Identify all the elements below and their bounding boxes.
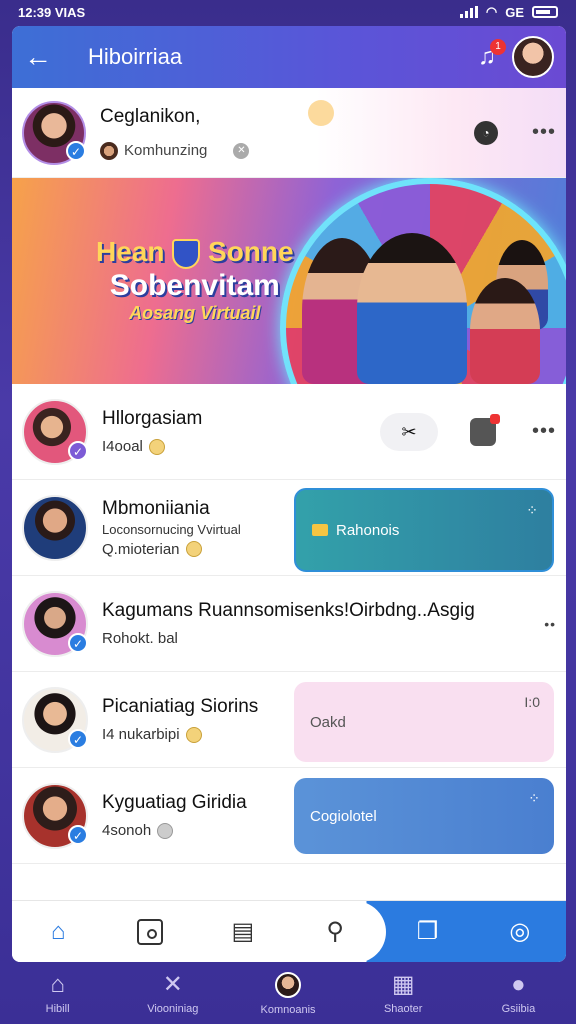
- tab-book[interactable]: ❐: [381, 901, 473, 962]
- list-item[interactable]: ✓ Kagumans Ruannsomisenks!Oirbdng..Asgig…: [12, 576, 566, 672]
- sysnav-item-home[interactable]: ⌂ Hibill: [0, 964, 115, 1024]
- tab-media[interactable]: [104, 901, 196, 962]
- sysnav-item-tools[interactable]: ✕ Viooniniag: [115, 964, 230, 1024]
- rewards-panel[interactable]: Rahonois ⁘: [294, 488, 554, 572]
- promo-banner[interactable]: Hean Sonne Sobenvitam Aosang Virtuail: [12, 178, 566, 384]
- notification-badge: 1: [490, 39, 506, 55]
- coin-icon: [157, 822, 174, 839]
- tab-camera[interactable]: ◎: [474, 901, 566, 962]
- battery-icon: [532, 6, 558, 18]
- bottom-tab-bar: ⌂ ▤ ⚲ ❐ ◎: [12, 900, 566, 962]
- coin-icon: [185, 541, 202, 557]
- avatar: ✓: [22, 398, 88, 465]
- person-icon: ●: [511, 971, 526, 998]
- avatar: ✓: [22, 782, 88, 849]
- verified-icon: ✓: [68, 632, 88, 653]
- grid-icon: ⁘: [526, 502, 538, 518]
- banner-title: Hean Sonne Sobenvitam Aosang Virtuail: [96, 236, 294, 323]
- tab-home[interactable]: ⌂: [12, 901, 104, 962]
- signal-icon: [459, 6, 478, 18]
- back-arrow-icon[interactable]: ←: [24, 41, 64, 73]
- app-frame: ← Hiboirriaa ♫ 1 ✓ Ceglanikon, Komhunzing…: [12, 26, 566, 962]
- profile-avatar: ✓: [22, 100, 86, 165]
- more-icon[interactable]: •••: [532, 121, 556, 144]
- tab-search[interactable]: ⚲: [289, 901, 381, 962]
- music-icon[interactable]: ♫ 1: [478, 39, 506, 71]
- status-bar: 12:39 VIAS ◠ GE: [0, 0, 576, 24]
- profile-name: Ceglanikon,: [100, 105, 201, 127]
- home-icon: ⌂: [50, 971, 65, 998]
- user-avatar[interactable]: [512, 36, 554, 78]
- edit-button[interactable]: ✂: [379, 412, 438, 451]
- note-icon: ▤: [231, 918, 255, 945]
- bookmark-icon[interactable]: [469, 413, 500, 446]
- app-bar: ← Hiboirriaa ♫ 1: [12, 26, 566, 88]
- verified-icon: ✓: [66, 140, 86, 161]
- crown-icon: [312, 524, 328, 536]
- card-panel[interactable]: Oakd I:0: [294, 682, 554, 762]
- banner-person: [357, 233, 467, 384]
- card-panel[interactable]: Cogiolotel ⁘: [294, 778, 554, 854]
- camera-icon: [137, 918, 164, 945]
- coin-icon: [185, 726, 202, 743]
- chart-icon: ▦: [391, 971, 415, 998]
- shield-icon: [172, 238, 201, 269]
- book-icon: ❐: [416, 918, 439, 945]
- item-title: Kagumans Ruannsomisenks!Oirbdng..Asgig: [102, 600, 475, 621]
- profile-subtitle: Komhunzing: [124, 142, 208, 159]
- list-item[interactable]: ✓ Picaniatiag Siorins I4 nukarbipi Oakd …: [12, 672, 566, 768]
- search-icon: ⚲: [326, 918, 344, 945]
- more-icon[interactable]: ••: [544, 616, 556, 632]
- home-icon: ⌂: [50, 917, 66, 945]
- mini-avatar: [100, 141, 118, 160]
- sysnav-item-person[interactable]: ● Gsiibia: [461, 964, 576, 1024]
- verified-icon: ✓: [68, 824, 88, 845]
- avatar: ✓: [22, 590, 88, 657]
- status-time: 12:39 VIAS: [18, 4, 86, 20]
- page-title: Hiboirriaa: [88, 44, 183, 69]
- tab-notes[interactable]: ▤: [197, 901, 289, 962]
- avatar: ✓: [22, 686, 88, 753]
- verified-icon: ✓: [68, 440, 88, 461]
- sysnav-item-chart[interactable]: ▦ Shaoter: [346, 964, 461, 1024]
- wifi-icon: ◠: [485, 4, 498, 19]
- avatar: [22, 494, 88, 561]
- chat-bubble-icon: [307, 99, 334, 126]
- tools-icon: ✕: [162, 971, 183, 998]
- camera-icon: ◎: [509, 918, 531, 945]
- close-icon[interactable]: ✕: [233, 142, 250, 159]
- network-label: GE: [505, 4, 524, 20]
- verified-icon: ✓: [68, 728, 88, 749]
- avatar: [275, 972, 301, 998]
- list-item[interactable]: ✓ Hllorgasiam I4ooal ✂ •••: [12, 384, 566, 480]
- grid-icon: ⁘: [528, 790, 540, 806]
- sysnav-item-profile[interactable]: Komnoanis: [230, 964, 345, 1024]
- list-item[interactable]: ✓ Kyguatiag Giridia 4sonoh Cogiolotel ⁘: [12, 768, 566, 864]
- stats-icon[interactable]: ◔: [473, 120, 498, 145]
- profile-card[interactable]: ✓ Ceglanikon, Komhunzing ✕ ◔ •••: [12, 88, 566, 178]
- list-item[interactable]: Mbmoniiania Loconsornucing Vvirtual Q.mi…: [12, 480, 566, 576]
- more-icon[interactable]: •••: [532, 420, 556, 443]
- banner-person: [470, 278, 540, 384]
- coin-icon: [148, 438, 165, 455]
- system-nav-bar: ⌂ Hibill ✕ Viooniniag Komnoanis ▦ Shaoter ●…: [0, 964, 576, 1024]
- item-title: Hllorgasiam: [102, 408, 203, 429]
